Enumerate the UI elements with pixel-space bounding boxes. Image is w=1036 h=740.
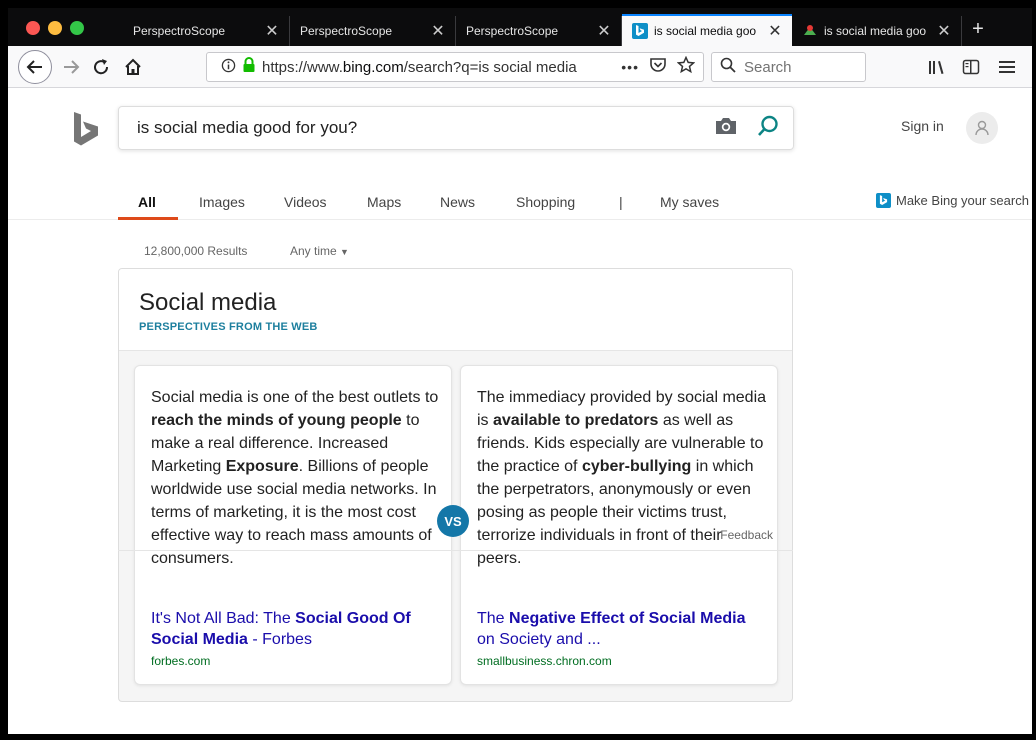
menu-icon[interactable] bbox=[996, 56, 1018, 78]
tab-label: is social media goo bbox=[654, 24, 757, 38]
tab-label: PerspectroScope bbox=[300, 24, 393, 38]
sidebar-icon[interactable] bbox=[960, 56, 982, 78]
tab-5[interactable]: is social media goo ✕ bbox=[792, 16, 962, 46]
search-placeholder: Search bbox=[744, 58, 792, 76]
feedback-link[interactable]: Feedback bbox=[608, 528, 773, 542]
perspective-source: forbes.com bbox=[151, 654, 211, 668]
tab-maps[interactable]: Maps bbox=[367, 194, 401, 210]
tab-my-saves[interactable]: My saves bbox=[660, 194, 719, 210]
scope-separator: | bbox=[619, 194, 623, 210]
site-favicon-icon bbox=[802, 23, 818, 39]
tab-all[interactable]: All bbox=[138, 194, 156, 210]
tab-images[interactable]: Images bbox=[199, 194, 245, 210]
perspective-text: The immediacy provided by social media i… bbox=[477, 389, 767, 567]
perspective-pro: Social media is one of the best outlets … bbox=[134, 365, 452, 685]
search-query-input[interactable]: is social media good for you? bbox=[118, 106, 794, 150]
maximize-window-button[interactable] bbox=[70, 21, 84, 35]
perspectives-card: Social media PERSPECTIVES FROM THE WEB S… bbox=[118, 268, 793, 702]
tab-bar: PerspectroScope ✕ PerspectroScope ✕ Pers… bbox=[8, 8, 1032, 46]
navigation-toolbar: https://www.bing.com/search?q=is social … bbox=[8, 46, 1032, 88]
results-count: 12,800,000 Results bbox=[144, 244, 248, 258]
avatar[interactable] bbox=[966, 112, 998, 144]
close-icon[interactable]: ✕ bbox=[937, 21, 951, 41]
perspective-source: smallbusiness.chron.com bbox=[477, 654, 612, 668]
pocket-icon[interactable] bbox=[649, 56, 667, 78]
tab-videos[interactable]: Videos bbox=[284, 194, 327, 210]
scope-tabs: All Images Videos Maps News Shopping | M… bbox=[8, 188, 1032, 220]
browser-search-box[interactable]: Search bbox=[711, 52, 866, 82]
close-icon[interactable]: ✕ bbox=[431, 21, 445, 41]
bing-logo-icon[interactable] bbox=[73, 112, 99, 153]
card-subtitle: PERSPECTIVES FROM THE WEB bbox=[139, 321, 318, 333]
card-title: Social media bbox=[139, 289, 277, 316]
active-tab-underline bbox=[118, 217, 178, 220]
tab-label: is social media goo bbox=[824, 24, 927, 38]
home-icon[interactable] bbox=[122, 56, 144, 78]
tab-1[interactable]: PerspectroScope ✕ bbox=[123, 16, 290, 46]
tab-shopping[interactable]: Shopping bbox=[516, 194, 575, 210]
new-tab-plus-icon[interactable]: + bbox=[963, 16, 993, 44]
make-bing-label: Make Bing your search bbox=[896, 193, 1029, 208]
perspective-text: Social media is one of the best outlets … bbox=[151, 389, 439, 567]
query-text: is social media good for you? bbox=[137, 118, 358, 137]
caret-down-icon: ▼ bbox=[340, 247, 349, 257]
bing-favicon-icon bbox=[632, 23, 648, 39]
make-bing-homepage-link[interactable]: Make Bing your search bbox=[876, 193, 1029, 208]
sign-in-link[interactable]: Sign in bbox=[901, 118, 944, 134]
forward-arrow-icon[interactable] bbox=[60, 56, 82, 78]
url-bar[interactable]: https://www.bing.com/search?q=is social … bbox=[206, 52, 704, 82]
minimize-window-button[interactable] bbox=[48, 21, 62, 35]
star-icon[interactable] bbox=[676, 55, 696, 78]
tab-4-active[interactable]: is social media goo ✕ bbox=[622, 14, 792, 46]
perspective-link[interactable]: It's Not All Bad: The Social Good Of Soc… bbox=[151, 608, 441, 650]
close-icon[interactable]: ✕ bbox=[597, 21, 611, 41]
bing-results-page: is social media good for you? Sign in Al… bbox=[8, 88, 1032, 734]
tab-label: PerspectroScope bbox=[133, 24, 226, 38]
card-header: Social media PERSPECTIVES FROM THE WEB bbox=[119, 269, 792, 351]
perspective-con: The immediacy provided by social media i… bbox=[460, 365, 778, 685]
reload-icon[interactable] bbox=[90, 56, 112, 78]
lock-icon bbox=[242, 57, 256, 77]
perspective-link[interactable]: The Negative Effect of Social Media on S… bbox=[477, 608, 767, 650]
search-icon[interactable] bbox=[757, 115, 779, 142]
close-icon[interactable]: ✕ bbox=[265, 21, 279, 41]
close-window-button[interactable] bbox=[26, 21, 40, 35]
divider bbox=[118, 550, 793, 551]
camera-icon[interactable] bbox=[715, 117, 737, 140]
more-icon[interactable]: ••• bbox=[621, 59, 639, 75]
bing-logo-icon bbox=[876, 193, 891, 208]
any-time-filter[interactable]: Any time ▼ bbox=[290, 244, 349, 258]
back-arrow-icon[interactable] bbox=[18, 50, 52, 84]
library-icon[interactable] bbox=[926, 56, 948, 78]
browser-window: PerspectroScope ✕ PerspectroScope ✕ Pers… bbox=[8, 8, 1032, 734]
search-icon bbox=[720, 57, 736, 77]
vs-badge: VS bbox=[437, 505, 469, 537]
url-text: https://www.bing.com/search?q=is social … bbox=[262, 58, 577, 76]
info-icon[interactable] bbox=[221, 58, 236, 77]
tab-news[interactable]: News bbox=[440, 194, 475, 210]
tab-2[interactable]: PerspectroScope ✕ bbox=[290, 16, 456, 46]
tab-3[interactable]: PerspectroScope ✕ bbox=[456, 16, 622, 46]
tab-label: PerspectroScope bbox=[466, 24, 559, 38]
close-icon[interactable]: ✕ bbox=[768, 21, 782, 41]
